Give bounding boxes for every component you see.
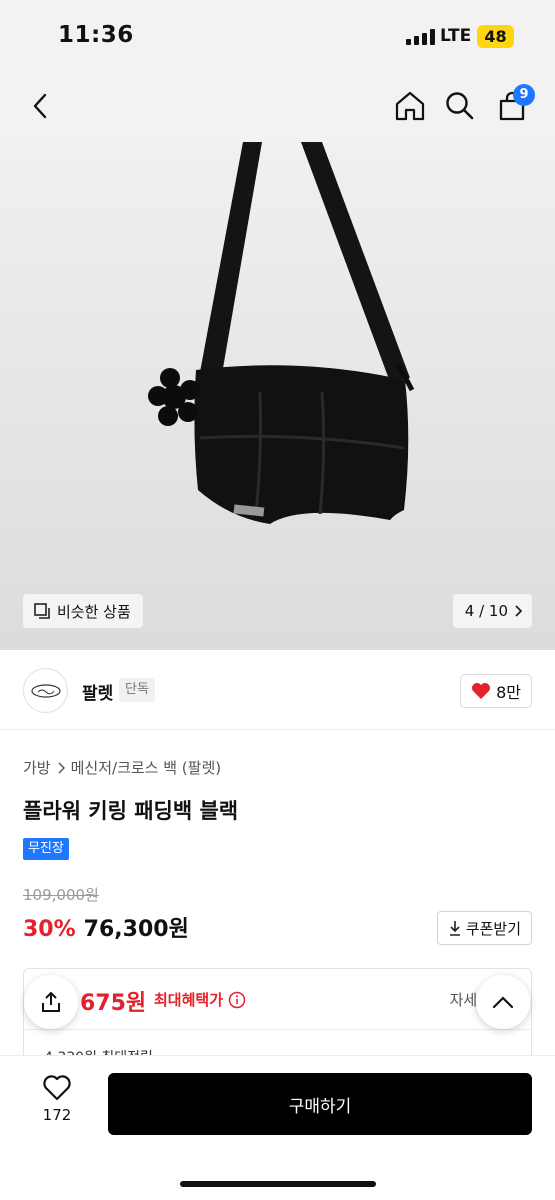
brand-row: 팔렛 단독 8만 — [0, 650, 555, 730]
coupon-label: 쿠폰받기 — [465, 919, 521, 938]
battery-indicator: 48 — [477, 25, 514, 48]
nav-bar: 9 — [0, 70, 555, 142]
similar-products-button[interactable]: 비슷한 상품 — [23, 594, 143, 628]
info-icon[interactable] — [228, 991, 246, 1009]
brand-logo-mark — [30, 683, 61, 698]
share-icon — [42, 991, 60, 1012]
back-icon[interactable] — [20, 86, 60, 126]
brand-logo[interactable] — [23, 668, 68, 713]
image-page-counter[interactable]: 4 / 10 — [452, 594, 532, 628]
coupon-button[interactable]: 쿠폰받기 — [436, 911, 532, 945]
network-type: LTE — [440, 26, 472, 46]
brand-name[interactable]: 팔렛 — [82, 679, 113, 704]
product-image-gallery[interactable]: 비슷한 상품 4 / 10 — [0, 142, 555, 650]
product-title: 플라워 키링 패딩백 블랙 — [23, 799, 239, 823]
chevron-up-icon — [492, 996, 514, 1009]
wishlist-count: 172 — [42, 1106, 72, 1124]
status-time: 11:36 — [58, 22, 134, 48]
scroll-top-button[interactable] — [476, 975, 530, 1029]
share-button[interactable] — [24, 975, 78, 1029]
cart-count-badge: 9 — [513, 84, 535, 106]
breadcrumb-subcategory[interactable]: 메신저/크로스 백 (팔렛) — [71, 757, 222, 778]
download-icon — [449, 921, 460, 936]
divider — [24, 1029, 531, 1030]
max-benefit-price: 675원 — [80, 991, 147, 1016]
home-icon[interactable] — [390, 86, 430, 126]
sale-price: 76,300원 — [83, 917, 189, 942]
search-icon[interactable] — [440, 86, 480, 126]
heart-filled-icon — [472, 683, 491, 699]
original-price: 109,000원 — [23, 886, 99, 904]
buy-button-label: 구매하기 — [288, 1096, 352, 1117]
wishlist-button[interactable]: 172 — [28, 1074, 86, 1134]
max-benefit-label-wrap: 최대혜택가 — [154, 989, 246, 1010]
home-indicator — [180, 1181, 376, 1187]
similar-icon — [34, 603, 50, 619]
cart-icon[interactable]: 9 — [492, 84, 535, 126]
max-benefit-label: 최대혜택가 — [154, 991, 224, 1009]
signal-icon — [406, 29, 436, 45]
brand-like-count: 8만 — [496, 683, 521, 702]
discount-rate: 30% — [23, 917, 76, 942]
exclusive-tag: 단독 — [119, 678, 155, 702]
price-row: 30% 76,300원 — [23, 911, 189, 943]
shipping-badge: 무진장 — [23, 838, 69, 860]
similar-products-label: 비슷한 상품 — [57, 602, 131, 621]
buy-button[interactable]: 구매하기 — [108, 1073, 532, 1135]
page-counter-label: 4 / 10 — [464, 602, 508, 620]
breadcrumb-category[interactable]: 가방 — [23, 757, 51, 778]
bottom-action-bar: 172 구매하기 — [0, 1055, 555, 1200]
heart-outline-icon — [43, 1075, 71, 1101]
chevron-right-icon — [58, 761, 65, 774]
product-bag-image — [148, 142, 415, 524]
breadcrumb: 가방 메신저/크로스 백 (팔렛) — [23, 757, 221, 778]
chevron-right-icon — [515, 605, 522, 617]
brand-like-button[interactable]: 8만 — [460, 674, 532, 708]
status-bar: 11:36 LTE 48 — [0, 0, 555, 70]
